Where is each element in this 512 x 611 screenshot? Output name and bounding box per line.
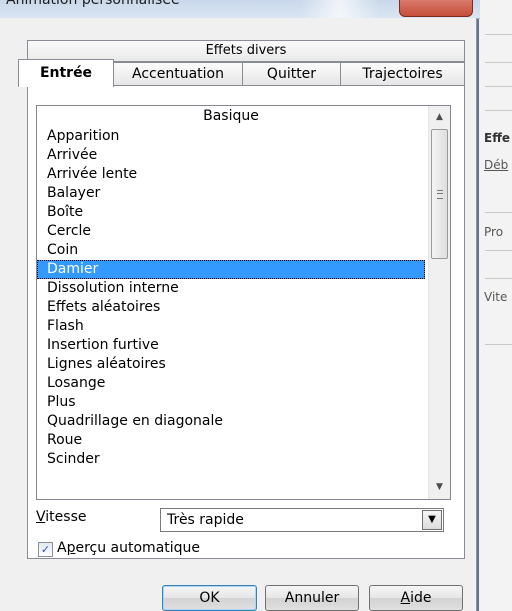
background-label: Déb xyxy=(484,158,509,172)
speed-label-text: itesse xyxy=(45,509,87,525)
list-item[interactable]: Arrivée xyxy=(37,146,425,165)
grip-icon xyxy=(437,190,443,199)
tab-accentuation[interactable]: Accentuation xyxy=(113,62,243,85)
list-item[interactable]: Insertion furtive xyxy=(37,336,425,355)
list-scrollbar[interactable]: ▲ ▼ xyxy=(428,106,450,499)
scroll-thumb[interactable] xyxy=(431,129,448,259)
background-divider xyxy=(485,62,512,63)
list-item[interactable]: Scinder xyxy=(37,450,425,469)
list-item[interactable]: Roue xyxy=(37,431,425,450)
dropdown-arrow-icon[interactable]: ▼ xyxy=(422,510,442,530)
effects-listbox[interactable]: Basique Apparition Arrivée Arrivée lente… xyxy=(36,105,451,500)
list-item[interactable]: Effets aléatoires xyxy=(37,298,425,317)
speed-value: Très rapide xyxy=(167,512,244,528)
background-divider xyxy=(485,86,512,87)
list-item[interactable]: Losange xyxy=(37,374,425,393)
window-title: Animation personnalisée xyxy=(6,0,180,8)
speed-label-mnemonic: V xyxy=(36,509,46,525)
list-item[interactable]: Cercle xyxy=(37,222,425,241)
list-item[interactable]: Apparition xyxy=(37,127,425,146)
ok-button[interactable]: OK xyxy=(162,585,257,611)
scroll-down-icon[interactable]: ▼ xyxy=(431,479,448,496)
background-divider xyxy=(485,110,512,111)
list-item[interactable]: Arrivée lente xyxy=(37,165,425,184)
tab-quitter[interactable]: Quitter xyxy=(242,62,341,85)
list-item[interactable]: Flash xyxy=(37,317,425,336)
help-button-text: ide xyxy=(410,590,432,606)
background-divider xyxy=(485,278,512,279)
scroll-up-icon[interactable]: ▲ xyxy=(431,109,448,126)
list-item[interactable]: Boîte xyxy=(37,203,425,222)
list-category-header: Basique xyxy=(203,108,259,124)
auto-preview-label[interactable]: Aperçu automatique xyxy=(57,540,200,556)
list-item[interactable]: Plus xyxy=(37,393,425,412)
background-label: Vite xyxy=(484,290,508,304)
auto-preview-label-end: erçu automatique xyxy=(75,540,201,556)
tab-trajectoires[interactable]: Trajectoires xyxy=(340,62,465,85)
auto-preview-checkbox[interactable]: ✓ xyxy=(38,542,53,557)
background-label: Pro xyxy=(484,225,504,239)
cancel-button[interactable]: Annuler xyxy=(265,585,359,611)
list-item[interactable]: Coin xyxy=(37,241,425,260)
list-item[interactable]: Quadrillage en diagonale xyxy=(37,412,425,431)
title-bar[interactable]: Animation personnalisée xyxy=(0,0,480,19)
list-item[interactable]: Balayer xyxy=(37,184,425,203)
speed-dropdown[interactable]: Très rapide ▼ xyxy=(160,508,444,532)
background-divider xyxy=(485,250,512,251)
close-button[interactable] xyxy=(399,0,473,17)
background-window: Effe Déb Pro Vite xyxy=(477,0,512,611)
background-label: Effe xyxy=(484,131,511,145)
title-bar-highlight xyxy=(300,0,380,18)
help-button-mnemonic: A xyxy=(400,590,411,606)
background-divider xyxy=(485,212,512,213)
help-button[interactable]: Aide xyxy=(369,585,463,611)
tab-entree[interactable]: Entrée xyxy=(18,59,114,87)
speed-label: Vitesse xyxy=(36,509,86,525)
background-divider xyxy=(485,34,512,35)
auto-preview-label-start: A xyxy=(57,540,67,556)
background-divider xyxy=(485,344,512,345)
screen: Effe Déb Pro Vite Animation personnalisé… xyxy=(0,0,512,611)
list-item-selected[interactable]: Damier xyxy=(37,260,425,279)
list-item[interactable]: Dissolution interne xyxy=(37,279,425,298)
list-item[interactable]: Lignes aléatoires xyxy=(37,355,425,374)
